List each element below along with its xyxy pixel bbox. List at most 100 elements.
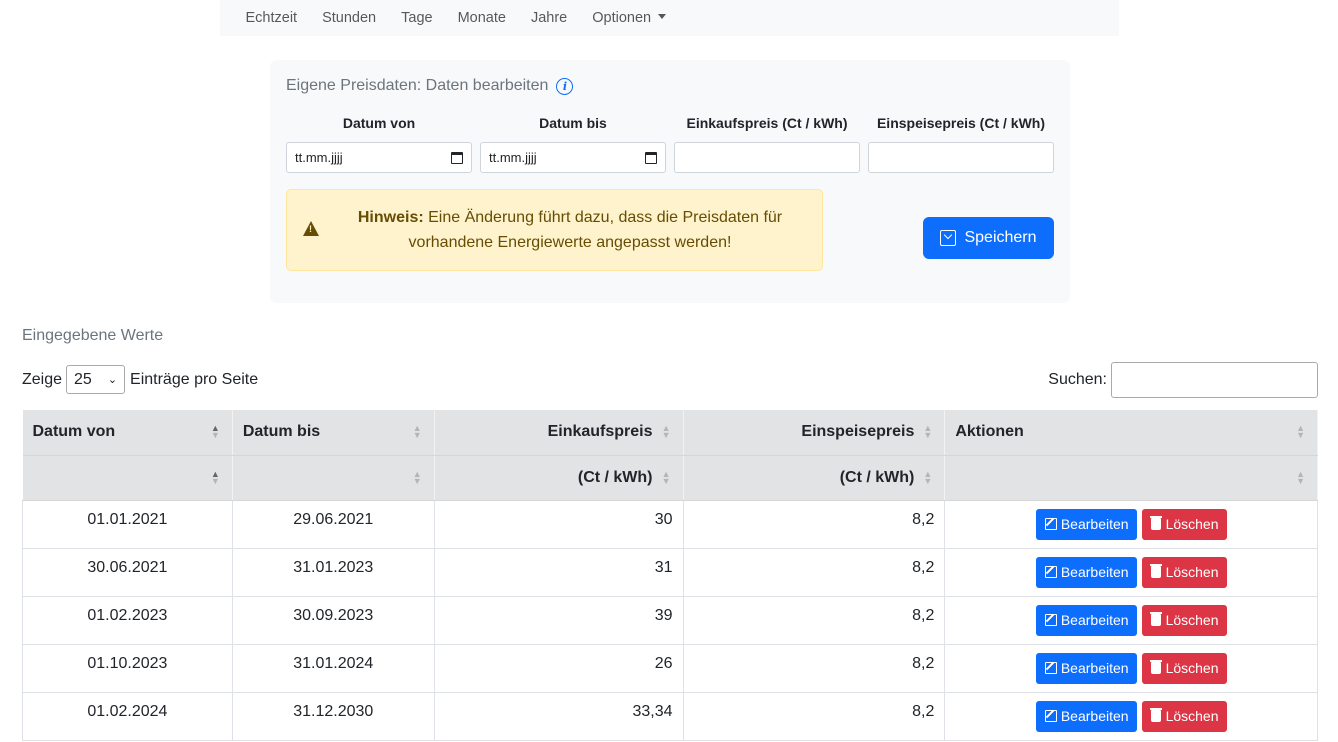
sort-icon: ▲ ▼ bbox=[412, 423, 422, 441]
col-header-datum-bis[interactable]: Datum bis ▲ ▼ bbox=[232, 410, 435, 456]
alert-text: Hinweis: Eine Änderung führt dazu, dass … bbox=[335, 205, 805, 255]
calendar-icon[interactable] bbox=[451, 151, 463, 164]
edit-button-label: Bearbeiten bbox=[1060, 708, 1129, 724]
sort-icon: ▲ ▼ bbox=[1296, 468, 1305, 486]
edit-icon bbox=[1044, 662, 1057, 674]
delete-button[interactable]: Löschen bbox=[1141, 556, 1227, 588]
alert-line1: Eine Änderung führt dazu, dass die Preis… bbox=[423, 209, 783, 226]
input-datum-von-value: tt.mm.jjjj bbox=[295, 150, 343, 165]
cell-einspeisepreis: 8,2 bbox=[682, 499, 946, 549]
delete-button-label: Löschen bbox=[1165, 708, 1219, 724]
page-length-control: Zeige 25 ⌄ Einträge pro Seite bbox=[22, 365, 258, 394]
search-input[interactable] bbox=[1111, 362, 1318, 398]
cell-datum-bis: 31.01.2024 bbox=[231, 643, 435, 693]
sort-icon: ▲ ▼ bbox=[923, 468, 933, 486]
nav-item-jahre[interactable]: Jahre bbox=[518, 10, 579, 26]
edit-icon bbox=[1044, 566, 1057, 578]
edit-icon bbox=[1044, 614, 1057, 626]
col-header-einspeisepreis[interactable]: Einspeisepreis ▲ ▼ bbox=[683, 410, 946, 456]
page-length-select[interactable]: 25 ⌄ bbox=[66, 365, 126, 394]
subheader-aktionen[interactable]: ▲ ▼ bbox=[944, 455, 1318, 501]
cell-datum-bis: 29.06.2021 bbox=[231, 499, 435, 549]
field-datum-bis: Datum bis tt.mm.jjjj bbox=[480, 115, 666, 173]
cell-aktionen: Bearbeiten Löschen bbox=[944, 499, 1318, 549]
trash-icon bbox=[1149, 516, 1162, 530]
calendar-icon[interactable] bbox=[645, 151, 657, 164]
cell-datum-bis: 31.01.2023 bbox=[231, 547, 435, 597]
sort-icon: ▲ ▼ bbox=[923, 423, 933, 441]
subheader-einspeisepreis[interactable]: (Ct / kWh) ▲ ▼ bbox=[683, 455, 946, 501]
delete-button-label: Löschen bbox=[1165, 612, 1219, 628]
nav-item-stunden[interactable]: Stunden bbox=[310, 10, 389, 26]
edit-button[interactable]: Bearbeiten bbox=[1035, 652, 1137, 684]
nav-item-monate[interactable]: Monate bbox=[445, 10, 518, 26]
trash-icon bbox=[1149, 660, 1162, 674]
col-header-aktionen[interactable]: Aktionen ▲ ▼ bbox=[944, 410, 1318, 456]
cell-aktionen: Bearbeiten Löschen bbox=[944, 547, 1318, 597]
col-header-datum-von[interactable]: Datum von ▲ ▼ bbox=[22, 410, 233, 456]
cell-datum-bis: 30.09.2023 bbox=[231, 595, 435, 645]
input-einkaufspreis[interactable] bbox=[674, 142, 860, 173]
table-row: 01.01.2021 29.06.2021 30 8,2 Bearbeiten Lösch… bbox=[22, 499, 1318, 549]
input-einspeisepreis[interactable] bbox=[868, 142, 1054, 173]
cell-aktionen: Bearbeiten Löschen bbox=[944, 595, 1318, 645]
nav-item-echtzeit[interactable]: Echtzeit bbox=[233, 10, 310, 26]
edit-button[interactable]: Bearbeiten bbox=[1035, 556, 1137, 588]
table-row: 01.02.2023 30.09.2023 39 8,2 Bearbeiten Lösch… bbox=[22, 595, 1318, 645]
sort-icon: ▲ ▼ bbox=[1296, 423, 1305, 441]
table-search: Suchen: bbox=[1048, 362, 1318, 398]
page-length-value: 25 bbox=[74, 370, 92, 388]
col-header-einspeisepreis-label: Einspeisepreis bbox=[801, 423, 915, 441]
label-datum-von: Datum von bbox=[342, 115, 416, 131]
trash-icon bbox=[1149, 708, 1162, 722]
input-datum-bis-value: tt.mm.jjjj bbox=[489, 150, 537, 165]
col-header-datum-bis-label: Datum bis bbox=[242, 423, 321, 441]
edit-button[interactable]: Bearbeiten bbox=[1035, 700, 1137, 732]
cell-datum-von: 01.02.2023 bbox=[22, 595, 233, 645]
table-row: 30.06.2021 31.01.2023 31 8,2 Bearbeiten Lösch… bbox=[22, 547, 1318, 597]
alert-strong: Hinweis: bbox=[357, 209, 424, 226]
price-edit-card: Eigene Preisdaten: Daten bearbeiten i Da… bbox=[270, 60, 1070, 303]
table-row: 01.10.2023 31.01.2024 26 8,2 Bearbeiten Lösch… bbox=[22, 643, 1318, 693]
save-button[interactable]: Speichern bbox=[923, 217, 1054, 259]
nav-dropdown-optionen[interactable]: Optionen bbox=[580, 10, 679, 26]
warning-triangle-icon: ! bbox=[303, 221, 319, 236]
edit-button-label: Bearbeiten bbox=[1060, 564, 1129, 580]
field-datum-von: Datum von tt.mm.jjjj bbox=[286, 115, 472, 173]
col-header-datum-von-label: Datum von bbox=[32, 423, 116, 441]
cell-einspeisepreis: 8,2 bbox=[682, 643, 946, 693]
cell-aktionen: Bearbeiten Löschen bbox=[944, 691, 1318, 741]
cell-aktionen: Bearbeiten Löschen bbox=[944, 643, 1318, 693]
input-datum-bis[interactable]: tt.mm.jjjj bbox=[480, 142, 666, 173]
edit-button-label: Bearbeiten bbox=[1060, 516, 1129, 532]
table-row: 01.02.2024 31.12.2030 33,34 8,2 Bearbeiten Lö… bbox=[22, 691, 1318, 741]
subheader-datum-von[interactable]: ▲ ▼ bbox=[22, 455, 233, 501]
delete-button[interactable]: Löschen bbox=[1141, 604, 1227, 636]
card-title: Eigene Preisdaten: Daten bearbeiten i bbox=[286, 77, 574, 95]
label-einspeisepreis: Einspeisepreis (Ct / kWh) bbox=[876, 115, 1046, 131]
delete-button-label: Löschen bbox=[1165, 660, 1219, 676]
save-button-label: Speichern bbox=[964, 229, 1037, 246]
delete-button[interactable]: Löschen bbox=[1141, 700, 1227, 732]
alert-line2: vorhandene Energiewerte angepasst werden… bbox=[408, 234, 732, 251]
delete-button[interactable]: Löschen bbox=[1141, 652, 1227, 684]
edit-button[interactable]: Bearbeiten bbox=[1035, 604, 1137, 636]
edit-icon bbox=[1044, 518, 1057, 530]
cell-datum-von: 30.06.2021 bbox=[22, 547, 233, 597]
cell-einkaufspreis: 31 bbox=[433, 547, 684, 597]
input-datum-von[interactable]: tt.mm.jjjj bbox=[286, 142, 472, 173]
sort-icon: ▲ ▼ bbox=[661, 468, 671, 486]
cell-einkaufspreis: 30 bbox=[433, 499, 684, 549]
col-header-einkaufspreis[interactable]: Einkaufspreis ▲ ▼ bbox=[434, 410, 684, 456]
edit-button-label: Bearbeiten bbox=[1060, 660, 1129, 676]
delete-button[interactable]: Löschen bbox=[1141, 508, 1227, 540]
trash-icon bbox=[1149, 564, 1162, 578]
edit-button[interactable]: Bearbeiten bbox=[1035, 508, 1137, 540]
subheader-einkaufspreis[interactable]: (Ct / kWh) ▲ ▼ bbox=[434, 455, 684, 501]
info-circle-icon[interactable]: i bbox=[556, 77, 574, 95]
subheader-label: (Ct / kWh) bbox=[577, 468, 653, 486]
subheader-label: (Ct / kWh) bbox=[839, 468, 915, 486]
subheader-datum-bis[interactable]: ▲ ▼ bbox=[232, 455, 435, 501]
nav-item-tage[interactable]: Tage bbox=[389, 10, 445, 26]
trash-icon bbox=[1149, 612, 1162, 626]
